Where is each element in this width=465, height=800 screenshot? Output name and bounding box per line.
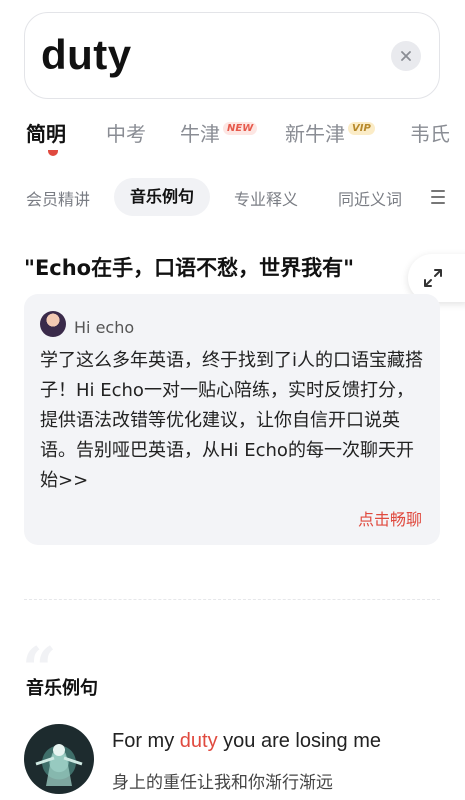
section-tabs: 会员精讲 音乐例句 专业释义 同近义词 [0, 178, 465, 218]
highlighted-word: duty [179, 730, 218, 752]
section-title: 音乐例句 [26, 678, 98, 699]
example-english: For my duty you are losing me [112, 730, 381, 753]
example-en-before: For my [112, 730, 180, 752]
tab-new-oxford[interactable]: 新牛津 VIP [285, 118, 375, 147]
tab-oxford[interactable]: 牛津 NEW [180, 118, 258, 147]
subtab-professional[interactable]: 专业释义 [234, 186, 298, 210]
subtab-synonyms[interactable]: 同近义词 [338, 186, 402, 210]
music-example-row[interactable]: For my duty you are losing me 身上的重任让我和你渐… [24, 724, 440, 800]
search-word[interactable]: duty [41, 31, 132, 79]
tab-label: 牛津 [180, 122, 220, 146]
dictionary-tabs: 简明 中考 牛津 NEW 新牛津 VIP 韦氏 [0, 112, 465, 156]
tab-label: 韦氏 [410, 122, 450, 146]
tab-label: 新牛津 [285, 122, 345, 146]
search-box[interactable]: duty [24, 12, 440, 99]
tab-webster[interactable]: 韦氏 [410, 118, 450, 147]
promo-name: Hi echo [74, 318, 135, 337]
example-chinese: 身上的重任让我和你渐行渐远 [112, 773, 333, 793]
promo-title: "Echo在手，口语不愁，世界我有" [24, 256, 355, 280]
tab-label: 中考 [106, 122, 146, 146]
avatar [40, 311, 66, 337]
tab-label: 简明 [26, 122, 66, 146]
promo-body: 学了这么多年英语，终于找到了i人的口语宝藏搭子！Hi Echo一对一贴心陪练，实… [40, 350, 423, 491]
expand-arrows-icon [424, 269, 442, 287]
example-en-after: you are losing me [217, 730, 382, 752]
close-icon [401, 51, 411, 61]
album-art-icon [35, 744, 83, 786]
tab-jianming[interactable]: 简明 [26, 118, 66, 147]
new-badge: NEW [223, 122, 258, 135]
menu-lines-icon[interactable] [431, 190, 445, 204]
subtab-music[interactable]: 音乐例句 [114, 178, 211, 216]
promo-card[interactable]: Hi echo 学了这么多年英语，终于找到了i人的口语宝藏搭子！Hi Echo一… [24, 294, 440, 545]
clear-button[interactable] [391, 41, 421, 71]
vip-badge: VIP [348, 122, 375, 135]
divider [24, 599, 440, 600]
chat-now-link[interactable]: 点击畅聊 [358, 506, 422, 530]
album-cover[interactable] [24, 724, 94, 794]
subtab-member[interactable]: 会员精讲 [26, 186, 90, 210]
tab-zhongkao[interactable]: 中考 [106, 118, 146, 147]
